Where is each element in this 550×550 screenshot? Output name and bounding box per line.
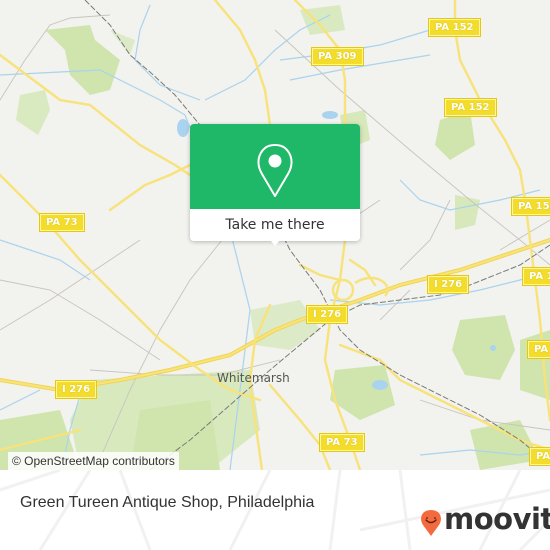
road-shield-i276: I 276 bbox=[54, 380, 98, 399]
location-popup[interactable]: Take me there bbox=[190, 124, 360, 246]
location-pin-icon bbox=[257, 144, 293, 197]
road-shield-pa-edge: PA bbox=[526, 340, 550, 359]
interchange bbox=[331, 276, 389, 302]
road-shield-i276: I 276 bbox=[305, 305, 349, 324]
town-label-whitemarsh: Whitemarsh bbox=[217, 371, 290, 385]
road-shield-pa309: PA 309 bbox=[311, 47, 364, 66]
popup-pointer bbox=[267, 236, 283, 246]
popup-header bbox=[190, 124, 360, 209]
road-shield-pa-edge: PA bbox=[528, 447, 550, 466]
road-shield-pa-edge: PA 1 bbox=[522, 267, 550, 286]
road-shield-pa152: PA 152 bbox=[511, 197, 550, 216]
moovit-brand[interactable]: moovit bbox=[444, 502, 550, 536]
road-shield-pa152: PA 152 bbox=[428, 18, 481, 37]
road-shield-pa73: PA 73 bbox=[39, 213, 85, 232]
road-shield-pa152: PA 152 bbox=[444, 98, 497, 117]
place-name: Green Tureen Antique Shop, Philadelphia bbox=[20, 494, 315, 511]
road-shield-pa73: PA 73 bbox=[319, 433, 365, 452]
road-shield-i276: I 276 bbox=[426, 275, 470, 294]
moovit-logo-icon[interactable] bbox=[420, 507, 442, 537]
map-attribution[interactable]: © OpenStreetMap contributors bbox=[8, 452, 179, 470]
